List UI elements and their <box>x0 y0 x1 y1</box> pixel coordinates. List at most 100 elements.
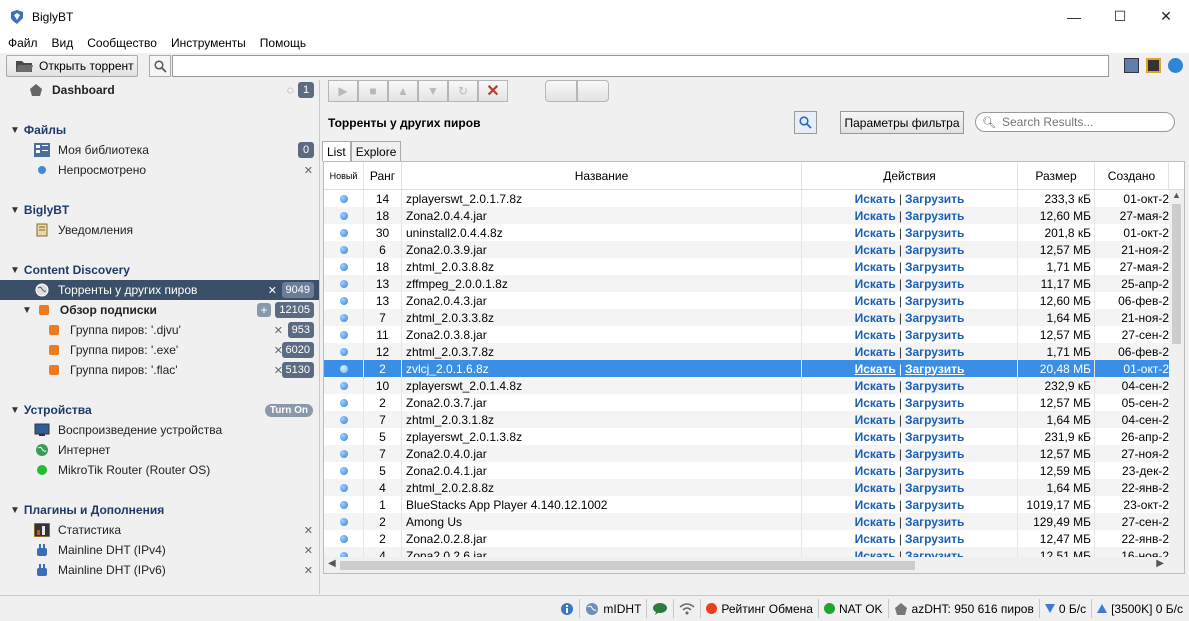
download-link[interactable]: Загрузить <box>905 328 964 342</box>
view-detail-button[interactable] <box>577 80 609 102</box>
menu-community[interactable]: Сообщество <box>87 36 157 50</box>
stats-icon[interactable] <box>1146 58 1161 73</box>
share-rating-status[interactable]: Рейтинг Обмена <box>700 599 818 618</box>
network-icon[interactable] <box>1168 58 1183 73</box>
table-row[interactable]: 12 zhtml_2.0.3.7.8z Искать | Загрузить 1,71 М… <box>324 343 1169 360</box>
download-link[interactable]: Загрузить <box>905 379 964 393</box>
close-icon[interactable]: ✕ <box>304 564 313 577</box>
scroll-right-icon[interactable]: ▶ <box>1156 558 1164 569</box>
info-status[interactable] <box>555 599 579 618</box>
column-header-rank[interactable]: Ранг <box>364 162 402 189</box>
upload-speed-status[interactable]: [3500K] 0 Б/с <box>1091 599 1189 618</box>
sidebar-item-subscriptions[interactable]: ▼ Обзор подписки + 12105 <box>0 300 319 320</box>
open-torrent-button[interactable]: Открыть торрент <box>6 55 138 77</box>
download-link[interactable]: Загрузить <box>905 413 964 427</box>
view-table-button[interactable] <box>545 80 577 102</box>
sidebar-item-group-exe[interactable]: Группа пиров: '.exe' ✕ 6020 <box>0 340 319 360</box>
sidebar-item-unviewed[interactable]: Непросмотрено ✕ <box>0 160 319 180</box>
section-devices[interactable]: ▼ Устройства Turn On <box>0 400 319 420</box>
close-icon[interactable]: ✕ <box>304 544 313 557</box>
table-row[interactable]: 7 Zona2.0.4.0.jar Искать | Загрузить 12,57 МБ… <box>324 445 1169 462</box>
chat-status[interactable] <box>646 599 673 618</box>
download-link[interactable]: Загрузить <box>905 498 964 512</box>
sidebar-item-plugin-dht4[interactable]: Mainline DHT (IPv4) ✕ <box>0 540 319 560</box>
table-row[interactable]: 7 zhtml_2.0.3.3.8z Искать | Загрузить 1,64 МБ… <box>324 309 1169 326</box>
table-row[interactable]: 10 zplayerswt_2.0.1.4.8z Искать | Загрузить 2… <box>324 377 1169 394</box>
sidebar-item-group-flac[interactable]: Группа пиров: '.flac' ✕ 5130 <box>0 360 319 380</box>
table-row[interactable]: 6 Zona2.0.3.9.jar Искать | Загрузить 12,57 МБ… <box>324 241 1169 258</box>
download-link[interactable]: Загрузить <box>905 294 964 308</box>
search-link[interactable]: Искать <box>855 226 896 240</box>
turn-on-button[interactable]: Turn On <box>264 403 313 417</box>
search-link[interactable]: Искать <box>855 243 896 257</box>
table-row[interactable]: 2 Among Us Искать | Загрузить 129,49 МБ 27-сен… <box>324 513 1169 530</box>
refresh-button[interactable]: ↻ <box>448 80 478 102</box>
play-button[interactable]: ▶ <box>328 80 358 102</box>
search-link[interactable]: Искать <box>855 515 896 529</box>
column-header-size[interactable]: Размер <box>1018 162 1095 189</box>
search-link[interactable]: Искать <box>855 260 896 274</box>
search-link[interactable]: Искать <box>855 396 896 410</box>
download-link[interactable]: Загрузить <box>905 277 964 291</box>
sidebar-item-device-router[interactable]: MikroTik Router (Router OS) <box>0 460 319 480</box>
search-link[interactable]: Искать <box>855 328 896 342</box>
sidebar-item-plugin-dht6[interactable]: Mainline DHT (IPv6) ✕ <box>0 560 319 580</box>
minimize-button[interactable]: — <box>1051 0 1097 33</box>
download-link[interactable]: Загрузить <box>905 515 964 529</box>
section-biglybt[interactable]: ▼ BiglyBT <box>0 200 319 220</box>
table-row[interactable]: 13 zffmpeg_2.0.0.1.8z Искать | Загрузить 11,1… <box>324 275 1169 292</box>
table-row[interactable]: 30 uninstall2.0.4.4.8z Искать | Загрузить 201… <box>324 224 1169 241</box>
close-icon[interactable]: ✕ <box>268 284 277 297</box>
search-link[interactable]: Искать <box>855 498 896 512</box>
tab-explore[interactable]: Explore <box>350 141 402 161</box>
table-row[interactable]: 11 Zona2.0.3.8.jar Искать | Загрузить 12,57 М… <box>324 326 1169 343</box>
mldht-status[interactable]: mIDHT <box>579 599 646 618</box>
search-link[interactable]: Искать <box>855 532 896 546</box>
search-link[interactable]: Искать <box>855 345 896 359</box>
search-link[interactable]: Искать <box>855 362 896 376</box>
table-row[interactable]: 18 Zona2.0.4.4.jar Искать | Загрузить 12,60 М… <box>324 207 1169 224</box>
download-link[interactable]: Загрузить <box>905 430 964 444</box>
download-link[interactable]: Загрузить <box>905 481 964 495</box>
download-link[interactable]: Загрузить <box>905 396 964 410</box>
sidebar-item-device-playback[interactable]: Воспроизведение устройства <box>0 420 319 440</box>
close-icon[interactable]: ✕ <box>304 524 313 537</box>
menu-view[interactable]: Вид <box>52 36 74 50</box>
sidebar-item-device-internet[interactable]: Интернет <box>0 440 319 460</box>
section-content-discovery[interactable]: ▼ Content Discovery <box>0 260 319 280</box>
wifi-status[interactable] <box>673 599 700 618</box>
table-row[interactable]: 4 zhtml_2.0.2.8.8z Искать | Загрузить 1,64 МБ… <box>324 479 1169 496</box>
column-header-actions[interactable]: Действия <box>802 162 1018 189</box>
search-link[interactable]: Искать <box>855 413 896 427</box>
download-link[interactable]: Загрузить <box>905 362 964 376</box>
table-row[interactable]: 7 zhtml_2.0.3.1.8z Искать | Загрузить 1,64 МБ… <box>324 411 1169 428</box>
download-link[interactable]: Загрузить <box>905 260 964 274</box>
move-down-button[interactable]: ▼ <box>418 80 448 102</box>
download-link[interactable]: Загрузить <box>905 464 964 478</box>
move-up-button[interactable]: ▲ <box>388 80 418 102</box>
search-input-field[interactable] <box>172 55 1109 77</box>
azdht-status[interactable]: azDHT: 950 616 пиров <box>887 599 1039 618</box>
search-link[interactable]: Искать <box>855 464 896 478</box>
download-link[interactable]: Загрузить <box>905 226 964 240</box>
sidebar-item-peer-torrents[interactable]: Торренты у других пиров ✕ 9049 <box>0 280 319 300</box>
stop-button[interactable]: ■ <box>358 80 388 102</box>
table-row[interactable]: 2 zvlcj_2.0.1.6.8z Искать | Загрузить 20,48 М… <box>324 360 1169 377</box>
filter-options-button[interactable]: Параметры фильтра <box>840 111 964 134</box>
table-row[interactable]: 5 zplayerswt_2.0.1.3.8z Искать | Загрузить 23… <box>324 428 1169 445</box>
search-link[interactable]: Искать <box>855 209 896 223</box>
scroll-up-icon[interactable]: ▲ <box>1172 190 1181 200</box>
column-header-name[interactable]: Название <box>402 162 802 189</box>
table-row[interactable]: 1 BlueStacks App Player 4.140.12.1002 Иска… <box>324 496 1169 513</box>
download-link[interactable]: Загрузить <box>905 243 964 257</box>
section-files[interactable]: ▼ Файлы <box>0 120 319 140</box>
search-link[interactable]: Искать <box>855 277 896 291</box>
close-icon[interactable]: ✕ <box>274 324 283 337</box>
search-button[interactable] <box>794 111 817 134</box>
sidebar-item-group-djvu[interactable]: Группа пиров: '.djvu' ✕ 953 <box>0 320 319 340</box>
menu-help[interactable]: Помощь <box>260 36 306 50</box>
download-link[interactable]: Загрузить <box>905 209 964 223</box>
sidebar-item-plugin-stats[interactable]: Статистика ✕ <box>0 520 319 540</box>
sidebar-item-notifications[interactable]: Уведомления <box>0 220 319 240</box>
menu-file[interactable]: Файл <box>8 36 38 50</box>
